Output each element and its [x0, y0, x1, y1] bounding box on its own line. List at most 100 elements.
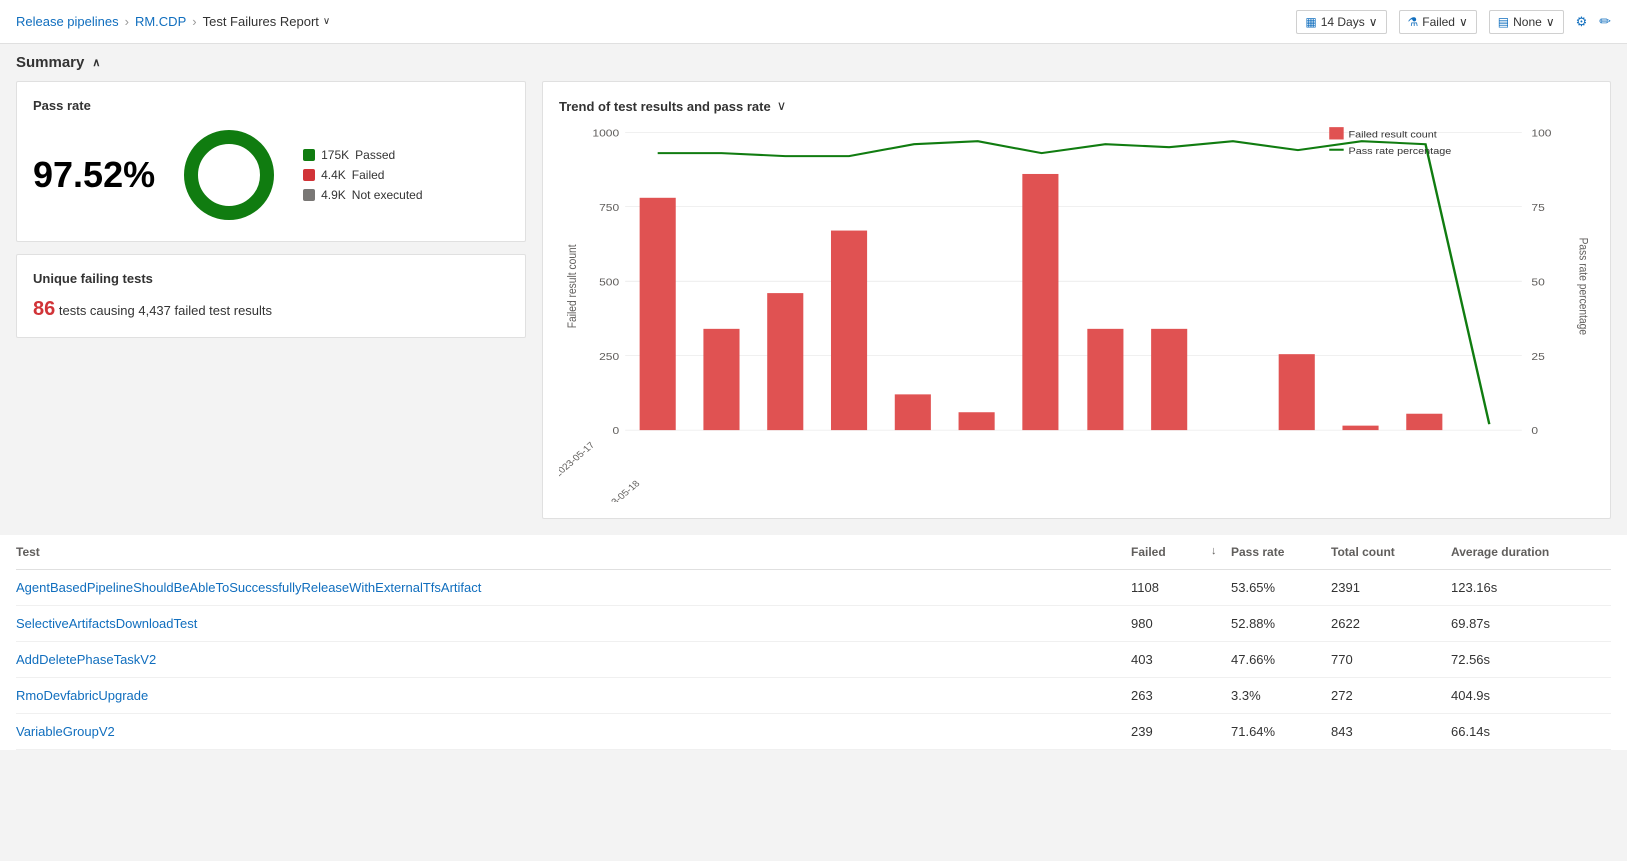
legend-not-executed: 4.9K Not executed [303, 188, 422, 202]
svg-text:0: 0 [612, 426, 619, 437]
col-header-test: Test [16, 545, 1131, 559]
bar-10 [1279, 354, 1315, 430]
legend-dot-failed [303, 169, 315, 181]
days-filter-button[interactable]: ▦ 14 Days ∨ [1296, 10, 1386, 34]
total-3: 770 [1331, 652, 1451, 667]
svg-text:75: 75 [1531, 203, 1544, 214]
breadcrumb-dropdown-icon: ∨ [323, 16, 330, 27]
test-name-2[interactable]: SelectiveArtifactsDownloadTest [16, 616, 1131, 631]
breadcrumb-current[interactable]: Test Failures Report ∨ [203, 14, 331, 29]
bar-11 [1342, 426, 1378, 430]
bar-5 [959, 412, 995, 430]
summary-collapse-icon: ∧ [92, 56, 100, 69]
bar-4 [895, 394, 931, 430]
breadcrumb-sep-1: › [125, 14, 129, 29]
bar-2 [767, 293, 803, 430]
legend-failed-label: Failed [352, 168, 385, 182]
status-filter-button[interactable]: ⚗ Failed ∨ [1399, 10, 1477, 34]
chart-legend-line-label: Pass rate percentage [1348, 146, 1451, 156]
svg-text:1000: 1000 [592, 128, 619, 139]
svg-text:Pass rate percentage: Pass rate percentage [1576, 238, 1589, 335]
test-name-5[interactable]: VariableGroupV2 [16, 724, 1131, 739]
legend-passed-value: 175K [321, 148, 349, 162]
failed-3: 403 [1131, 652, 1211, 667]
svg-text:25: 25 [1531, 351, 1544, 362]
failing-count: 86 [33, 298, 55, 320]
svg-text:2023-05-17: 2023-05-17 [559, 440, 597, 479]
svg-text:2023-05-18: 2023-05-18 [597, 479, 642, 502]
summary-section: Pass rate 97.52% [0, 81, 1627, 535]
avg-dur-1: 123.16s [1451, 580, 1611, 595]
legend-passed: 175K Passed [303, 148, 422, 162]
bar-0 [640, 198, 676, 430]
bar-7 [1087, 329, 1123, 430]
chart-legend-bar-label: Failed result count [1348, 130, 1437, 140]
svg-text:100: 100 [1531, 128, 1551, 139]
svg-text:250: 250 [599, 351, 619, 362]
failed-1: 1108 [1131, 580, 1211, 595]
left-cards: Pass rate 97.52% [16, 81, 526, 519]
pass-rate-legend: 175K Passed 4.4K Failed 4.9K Not execute… [303, 148, 422, 202]
avg-dur-3: 72.56s [1451, 652, 1611, 667]
legend-passed-label: Passed [355, 148, 395, 162]
edit-icon[interactable]: ✏ [1599, 13, 1611, 30]
total-4: 272 [1331, 688, 1451, 703]
col-header-pass-rate: Pass rate [1231, 545, 1331, 559]
status-filter-label: Failed [1422, 15, 1455, 29]
group-filter-label: None [1513, 15, 1542, 29]
svg-text:Failed result count: Failed result count [566, 244, 579, 329]
pass-rate-value: 97.52% [33, 154, 155, 196]
unique-failing-title: Unique failing tests [33, 271, 509, 286]
test-name-3[interactable]: AddDeletePhaseTaskV2 [16, 652, 1131, 667]
test-name-1[interactable]: AgentBasedPipelineShouldBeAbleToSuccessf… [16, 580, 1131, 595]
avg-dur-2: 69.87s [1451, 616, 1611, 631]
legend-failed: 4.4K Failed [303, 168, 422, 182]
bar-6 [1022, 174, 1058, 430]
calendar-icon: ▦ [1305, 15, 1316, 29]
unique-failing-card: Unique failing tests 86 tests causing 4,… [16, 254, 526, 338]
bar-8 [1151, 329, 1187, 430]
main-filter-icon[interactable]: ⚙ [1576, 14, 1588, 30]
table-row: VariableGroupV2 239 71.64% 843 66.14s [16, 714, 1611, 750]
pass-rate-2: 52.88% [1231, 616, 1331, 631]
pass-rate-title: Pass rate [33, 98, 509, 113]
svg-text:500: 500 [599, 277, 619, 288]
breadcrumb-rm-cdp[interactable]: RM.CDP [135, 14, 186, 29]
breadcrumb-release-pipelines[interactable]: Release pipelines [16, 14, 119, 29]
legend-dot-not-executed [303, 189, 315, 201]
unique-failing-content: 86 tests causing 4,437 failed test resul… [33, 298, 509, 321]
breadcrumb: Release pipelines › RM.CDP › Test Failur… [16, 14, 330, 29]
top-right-controls: ▦ 14 Days ∨ ⚗ Failed ∨ ▤ None ∨ ⚙ ✏ [1296, 10, 1611, 34]
chart-area: 1000 750 500 250 0 Failed result count 1… [559, 122, 1594, 502]
failed-4: 263 [1131, 688, 1211, 703]
summary-label: Summary [16, 54, 84, 71]
group-filter-button[interactable]: ▤ None ∨ [1489, 10, 1564, 34]
col-header-failed[interactable]: Failed [1131, 545, 1211, 559]
bar-1 [703, 329, 739, 430]
group-chevron-icon: ∨ [1546, 15, 1555, 29]
avg-dur-5: 66.14s [1451, 724, 1611, 739]
filter-beaker-icon: ⚗ [1408, 15, 1419, 29]
group-icon: ▤ [1498, 15, 1509, 29]
pass-rate-content: 97.52% [33, 125, 509, 225]
col-header-total-count: Total count [1331, 545, 1451, 559]
status-chevron-icon: ∨ [1459, 15, 1468, 29]
trend-chart-svg: 1000 750 500 250 0 Failed result count 1… [559, 122, 1594, 502]
pass-rate-5: 71.64% [1231, 724, 1331, 739]
test-name-4[interactable]: RmoDevfabricUpgrade [16, 688, 1131, 703]
summary-header[interactable]: Summary ∧ [0, 44, 1627, 81]
failed-5: 239 [1131, 724, 1211, 739]
bar-12 [1406, 414, 1442, 430]
table-row: AgentBasedPipelineShouldBeAbleToSuccessf… [16, 570, 1611, 606]
trend-dropdown-icon[interactable]: ∨ [777, 98, 787, 114]
failed-2: 980 [1131, 616, 1211, 631]
legend-dot-passed [303, 149, 315, 161]
table-row: AddDeletePhaseTaskV2 403 47.66% 770 72.5… [16, 642, 1611, 678]
table-row: SelectiveArtifactsDownloadTest 980 52.88… [16, 606, 1611, 642]
pass-rate-card: Pass rate 97.52% [16, 81, 526, 242]
total-2: 2622 [1331, 616, 1451, 631]
pass-rate-1: 53.65% [1231, 580, 1331, 595]
sort-icon: ↓ [1211, 545, 1231, 559]
donut-svg [179, 125, 279, 225]
table-header-row: Test Failed ↓ Pass rate Total count Aver… [16, 535, 1611, 570]
